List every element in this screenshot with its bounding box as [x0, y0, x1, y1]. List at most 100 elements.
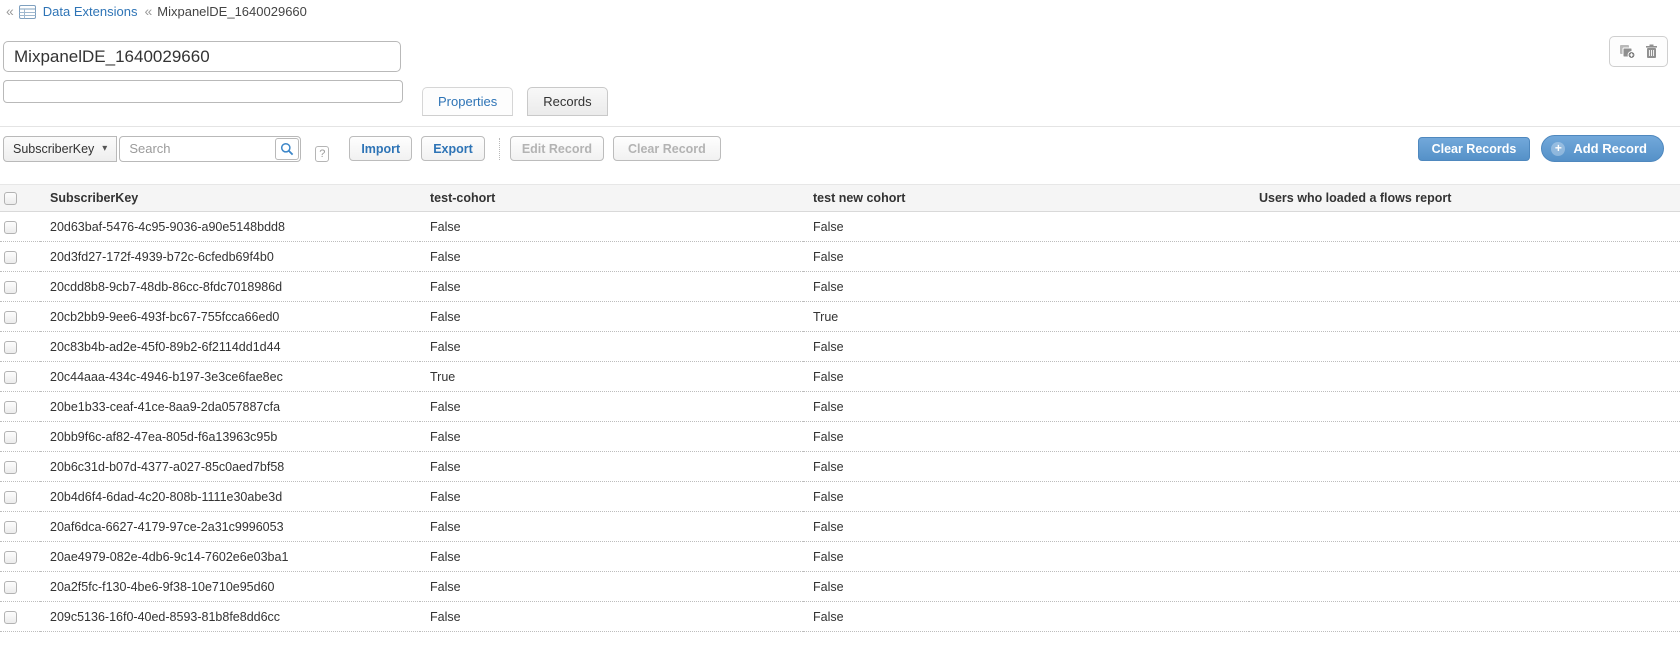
cell-test-cohort: False: [420, 302, 803, 332]
row-checkbox[interactable]: [4, 371, 17, 384]
search-box: [119, 136, 301, 162]
cell-test-new-cohort: False: [803, 362, 1249, 392]
table-row[interactable]: 20a2f5fc-f130-4be6-9f38-10e710e95d60 Fal…: [0, 572, 1680, 602]
back-chevron-icon[interactable]: «: [6, 3, 12, 19]
search-button[interactable]: [275, 138, 299, 160]
clear-records-button[interactable]: Clear Records: [1418, 137, 1531, 161]
table-row[interactable]: 20d3fd27-172f-4939-b72c-6cfedb69f4b0 Fal…: [0, 242, 1680, 272]
row-checkbox[interactable]: [4, 401, 17, 414]
search-field-label: SubscriberKey: [13, 142, 94, 156]
row-checkbox[interactable]: [4, 341, 17, 354]
cell-flows-report: [1249, 272, 1680, 302]
cell-subscriberkey: 20b6c31d-b07d-4377-a027-85c0aed7bf58: [40, 452, 420, 482]
records-toolbar: SubscriberKey ▾ ? Import Export Edit Rec…: [0, 127, 1680, 171]
data-extension-icon[interactable]: [19, 5, 36, 19]
data-extension-name-input[interactable]: [3, 41, 401, 72]
cell-subscriberkey: 20c83b4b-ad2e-45f0-89b2-6f2114dd1d44: [40, 332, 420, 362]
table-row[interactable]: 20be1b33-ceaf-41ce-8aa9-2da057887cfa Fal…: [0, 392, 1680, 422]
table-row[interactable]: 20c83b4b-ad2e-45f0-89b2-6f2114dd1d44 Fal…: [0, 332, 1680, 362]
cell-subscriberkey: 20cdd8b8-9cb7-48db-86cc-8fdc7018986d: [40, 272, 420, 302]
row-checkbox[interactable]: [4, 491, 17, 504]
table-header-row: SubscriberKey test-cohort test new cohor…: [0, 185, 1680, 212]
column-header-subscriberkey[interactable]: SubscriberKey: [40, 185, 420, 212]
cell-flows-report: [1249, 242, 1680, 272]
table-row[interactable]: 20b6c31d-b07d-4377-a027-85c0aed7bf58 Fal…: [0, 452, 1680, 482]
select-all-checkbox[interactable]: [4, 192, 17, 205]
cell-test-new-cohort: False: [803, 242, 1249, 272]
row-checkbox[interactable]: [4, 251, 17, 264]
toolbar-right-group: Clear Records + Add Record: [1418, 135, 1677, 162]
cell-test-new-cohort: False: [803, 602, 1249, 632]
row-checkbox[interactable]: [4, 521, 17, 534]
add-record-label: Add Record: [1573, 141, 1647, 156]
cell-test-cohort: False: [420, 422, 803, 452]
row-checkbox[interactable]: [4, 221, 17, 234]
cell-test-new-cohort: False: [803, 422, 1249, 452]
cell-test-cohort: False: [420, 482, 803, 512]
cell-subscriberkey: 20bb9f6c-af82-47ea-805d-f6a13963c95b: [40, 422, 420, 452]
cell-subscriberkey: 20be1b33-ceaf-41ce-8aa9-2da057887cfa: [40, 392, 420, 422]
cell-test-new-cohort: False: [803, 572, 1249, 602]
page-header: « Data Extensions « MixpanelDE_164002966…: [0, 0, 1680, 127]
row-checkbox[interactable]: [4, 281, 17, 294]
cell-subscriberkey: 20c44aaa-434c-4946-b197-3e3ce6fae8ec: [40, 362, 420, 392]
cell-flows-report: [1249, 512, 1680, 542]
breadcrumb-data-extensions-link[interactable]: Data Extensions: [43, 4, 138, 19]
table-row[interactable]: 20cdd8b8-9cb7-48db-86cc-8fdc7018986d Fal…: [0, 272, 1680, 302]
tab-records[interactable]: Records: [527, 87, 607, 116]
table-row[interactable]: 20bb9f6c-af82-47ea-805d-f6a13963c95b Fal…: [0, 422, 1680, 452]
cell-flows-report: [1249, 542, 1680, 572]
cell-flows-report: [1249, 422, 1680, 452]
cell-test-cohort: False: [420, 602, 803, 632]
export-button[interactable]: Export: [421, 136, 485, 161]
table-row[interactable]: 20b4d6f4-6dad-4c20-808b-1111e30abe3d Fal…: [0, 482, 1680, 512]
column-header-flows-report[interactable]: Users who loaded a flows report: [1249, 185, 1680, 212]
cell-flows-report: [1249, 302, 1680, 332]
row-checkbox[interactable]: [4, 311, 17, 324]
cell-flows-report: [1249, 332, 1680, 362]
column-header-test-cohort[interactable]: test-cohort: [420, 185, 803, 212]
table-row[interactable]: 20af6dca-6627-4179-97ce-2a31c9996053 Fal…: [0, 512, 1680, 542]
search-icon: [280, 142, 294, 156]
row-checkbox[interactable]: [4, 551, 17, 564]
copy-record-icon[interactable]: [1619, 44, 1636, 59]
help-icon[interactable]: ?: [315, 146, 329, 162]
cell-test-new-cohort: False: [803, 392, 1249, 422]
breadcrumb: « Data Extensions « MixpanelDE_164002966…: [6, 3, 307, 19]
search-input[interactable]: [119, 136, 301, 162]
row-checkbox[interactable]: [4, 461, 17, 474]
row-checkbox[interactable]: [4, 581, 17, 594]
cell-flows-report: [1249, 572, 1680, 602]
records-table-body: 20d63baf-5476-4c95-9036-a90e5148bdd8 Fal…: [0, 212, 1680, 632]
column-header-test-new-cohort[interactable]: test new cohort: [803, 185, 1249, 212]
edit-record-button[interactable]: Edit Record: [510, 136, 604, 161]
import-button[interactable]: Import: [349, 136, 412, 161]
cell-test-cohort: False: [420, 272, 803, 302]
tab-bar: Properties Records: [422, 87, 608, 116]
delete-icon[interactable]: [1645, 44, 1658, 59]
data-extension-description-input[interactable]: [3, 80, 403, 103]
table-row[interactable]: 209c5136-16f0-40ed-8593-81b8fe8dd6cc Fal…: [0, 602, 1680, 632]
add-record-button[interactable]: + Add Record: [1541, 135, 1664, 162]
records-table: SubscriberKey test-cohort test new cohor…: [0, 184, 1680, 632]
table-row[interactable]: 20ae4979-082e-4db6-9c14-7602e6e03ba1 Fal…: [0, 542, 1680, 572]
row-checkbox[interactable]: [4, 611, 17, 624]
chevron-down-icon: ▾: [102, 143, 107, 154]
header-action-group: [1609, 36, 1668, 67]
cell-test-cohort: False: [420, 332, 803, 362]
table-row[interactable]: 20d63baf-5476-4c95-9036-a90e5148bdd8 Fal…: [0, 212, 1680, 242]
cell-test-new-cohort: False: [803, 542, 1249, 572]
table-row[interactable]: 20c44aaa-434c-4946-b197-3e3ce6fae8ec Tru…: [0, 362, 1680, 392]
search-field-dropdown[interactable]: SubscriberKey ▾: [3, 136, 117, 162]
clear-record-button[interactable]: Clear Record: [613, 136, 721, 161]
row-checkbox[interactable]: [4, 431, 17, 444]
cell-subscriberkey: 20cb2bb9-9ee6-493f-bc67-755fcca66ed0: [40, 302, 420, 332]
cell-subscriberkey: 209c5136-16f0-40ed-8593-81b8fe8dd6cc: [40, 602, 420, 632]
tab-properties[interactable]: Properties: [422, 87, 513, 116]
cell-flows-report: [1249, 602, 1680, 632]
cell-subscriberkey: 20af6dca-6627-4179-97ce-2a31c9996053: [40, 512, 420, 542]
plus-icon: +: [1551, 142, 1565, 156]
table-row[interactable]: 20cb2bb9-9ee6-493f-bc67-755fcca66ed0 Fal…: [0, 302, 1680, 332]
cell-flows-report: [1249, 482, 1680, 512]
cell-subscriberkey: 20a2f5fc-f130-4be6-9f38-10e710e95d60: [40, 572, 420, 602]
